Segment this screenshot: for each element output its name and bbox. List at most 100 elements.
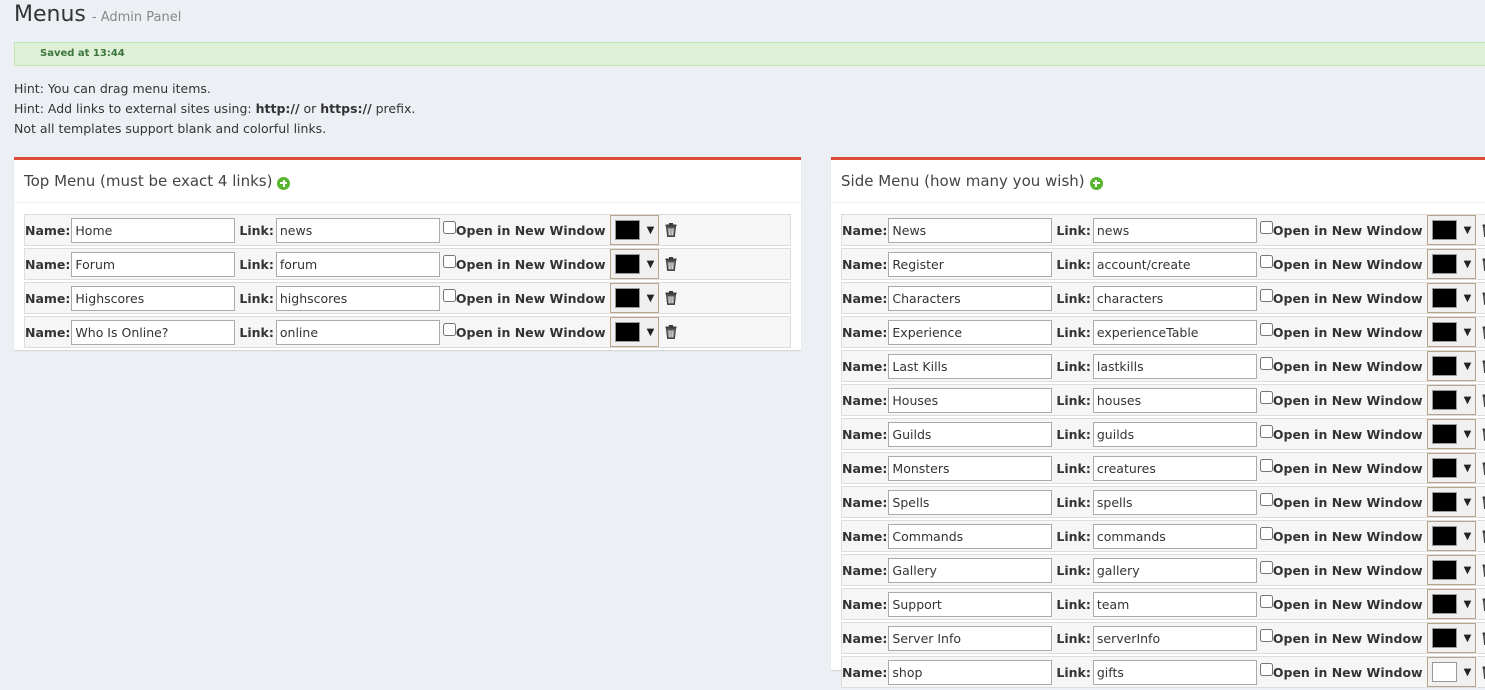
menu-item-row[interactable]: Name:Link:Open in New Window▼ — [841, 588, 1485, 620]
open-new-window-checkbox[interactable] — [1260, 527, 1273, 540]
menu-item-name-input[interactable] — [888, 422, 1052, 447]
menu-item-link-input[interactable] — [276, 286, 440, 311]
menu-item-name-input[interactable] — [71, 218, 235, 243]
open-new-window-label[interactable]: Open in New Window — [456, 223, 606, 238]
menu-item-name-input[interactable] — [71, 286, 235, 311]
open-new-window-label[interactable]: Open in New Window — [1273, 257, 1423, 272]
open-new-window-checkbox[interactable] — [1260, 323, 1273, 336]
open-new-window-label[interactable]: Open in New Window — [1273, 597, 1423, 612]
menu-item-row[interactable]: Name:Link:Open in New Window▼ — [841, 350, 1485, 382]
menu-item-row[interactable]: Name:Link:Open in New Window▼ — [841, 622, 1485, 654]
trash-icon[interactable] — [1482, 291, 1485, 305]
trash-icon[interactable] — [1482, 257, 1485, 271]
menu-item-link-input[interactable] — [1093, 286, 1257, 311]
menu-item-row[interactable]: Name:Link:Open in New Window▼ — [841, 384, 1485, 416]
trash-icon[interactable] — [1482, 529, 1485, 543]
open-new-window-checkbox[interactable] — [1260, 561, 1273, 574]
menu-item-name-input[interactable] — [888, 524, 1052, 549]
color-picker[interactable]: ▼ — [1427, 215, 1476, 245]
color-picker[interactable]: ▼ — [1427, 317, 1476, 347]
trash-icon[interactable] — [1482, 631, 1485, 645]
menu-item-name-input[interactable] — [888, 558, 1052, 583]
open-new-window-label[interactable]: Open in New Window — [1273, 223, 1423, 238]
trash-icon[interactable] — [1482, 461, 1485, 475]
menu-item-name-input[interactable] — [888, 626, 1052, 651]
open-new-window-checkbox[interactable] — [1260, 221, 1273, 234]
menu-item-link-input[interactable] — [1093, 354, 1257, 379]
open-new-window-label[interactable]: Open in New Window — [1273, 665, 1423, 680]
menu-item-name-input[interactable] — [888, 490, 1052, 515]
menu-item-link-input[interactable] — [1093, 490, 1257, 515]
menu-item-row[interactable]: Name:Link:Open in New Window▼ — [24, 316, 791, 348]
menu-item-name-input[interactable] — [71, 320, 235, 345]
menu-item-row[interactable]: Name:Link:Open in New Window▼ — [841, 214, 1485, 246]
menu-item-link-input[interactable] — [1093, 320, 1257, 345]
open-new-window-label[interactable]: Open in New Window — [456, 257, 606, 272]
color-picker[interactable]: ▼ — [1427, 453, 1476, 483]
open-new-window-label[interactable]: Open in New Window — [1273, 495, 1423, 510]
trash-icon[interactable] — [1482, 597, 1485, 611]
open-new-window-label[interactable]: Open in New Window — [1273, 359, 1423, 374]
color-picker[interactable]: ▼ — [1427, 589, 1476, 619]
menu-item-row[interactable]: Name:Link:Open in New Window▼ — [841, 452, 1485, 484]
trash-icon[interactable] — [665, 325, 677, 339]
add-top-menu-item-icon[interactable] — [277, 177, 290, 190]
color-picker[interactable]: ▼ — [1427, 351, 1476, 381]
trash-icon[interactable] — [1482, 223, 1485, 237]
open-new-window-checkbox[interactable] — [1260, 255, 1273, 268]
menu-item-row[interactable]: Name:Link:Open in New Window▼ — [841, 248, 1485, 280]
menu-item-name-input[interactable] — [888, 218, 1052, 243]
color-picker[interactable]: ▼ — [1427, 555, 1476, 585]
open-new-window-label[interactable]: Open in New Window — [1273, 631, 1423, 646]
menu-item-link-input[interactable] — [1093, 660, 1257, 685]
menu-item-name-input[interactable] — [888, 354, 1052, 379]
menu-item-link-input[interactable] — [1093, 422, 1257, 447]
open-new-window-checkbox[interactable] — [1260, 425, 1273, 438]
menu-item-link-input[interactable] — [276, 252, 440, 277]
color-picker[interactable]: ▼ — [610, 283, 659, 313]
open-new-window-checkbox[interactable] — [443, 221, 456, 234]
open-new-window-checkbox[interactable] — [443, 255, 456, 268]
color-picker[interactable]: ▼ — [1427, 249, 1476, 279]
menu-item-link-input[interactable] — [1093, 218, 1257, 243]
color-picker[interactable]: ▼ — [1427, 419, 1476, 449]
open-new-window-label[interactable]: Open in New Window — [1273, 427, 1423, 442]
color-picker[interactable]: ▼ — [1427, 385, 1476, 415]
trash-icon[interactable] — [1482, 563, 1485, 577]
menu-item-row[interactable]: Name:Link:Open in New Window▼ — [841, 656, 1485, 688]
trash-icon[interactable] — [1482, 393, 1485, 407]
menu-item-link-input[interactable] — [1093, 592, 1257, 617]
menu-item-row[interactable]: Name:Link:Open in New Window▼ — [24, 214, 791, 246]
menu-item-name-input[interactable] — [888, 660, 1052, 685]
color-picker[interactable]: ▼ — [1427, 657, 1476, 687]
menu-item-name-input[interactable] — [888, 252, 1052, 277]
menu-item-name-input[interactable] — [888, 456, 1052, 481]
menu-item-link-input[interactable] — [276, 320, 440, 345]
color-picker[interactable]: ▼ — [610, 249, 659, 279]
menu-item-name-input[interactable] — [888, 320, 1052, 345]
trash-icon[interactable] — [1482, 359, 1485, 373]
open-new-window-checkbox[interactable] — [1260, 289, 1273, 302]
menu-item-row[interactable]: Name:Link:Open in New Window▼ — [841, 316, 1485, 348]
open-new-window-label[interactable]: Open in New Window — [1273, 529, 1423, 544]
menu-item-row[interactable]: Name:Link:Open in New Window▼ — [24, 248, 791, 280]
color-picker[interactable]: ▼ — [610, 215, 659, 245]
trash-icon[interactable] — [1482, 665, 1485, 679]
open-new-window-checkbox[interactable] — [443, 323, 456, 336]
menu-item-name-input[interactable] — [71, 252, 235, 277]
trash-icon[interactable] — [1482, 427, 1485, 441]
menu-item-link-input[interactable] — [1093, 388, 1257, 413]
color-picker[interactable]: ▼ — [1427, 283, 1476, 313]
menu-item-link-input[interactable] — [1093, 626, 1257, 651]
trash-icon[interactable] — [665, 257, 677, 271]
trash-icon[interactable] — [1482, 495, 1485, 509]
open-new-window-checkbox[interactable] — [1260, 493, 1273, 506]
open-new-window-label[interactable]: Open in New Window — [1273, 325, 1423, 340]
open-new-window-checkbox[interactable] — [1260, 459, 1273, 472]
open-new-window-label[interactable]: Open in New Window — [1273, 563, 1423, 578]
menu-item-row[interactable]: Name:Link:Open in New Window▼ — [841, 520, 1485, 552]
open-new-window-label[interactable]: Open in New Window — [456, 325, 606, 340]
trash-icon[interactable] — [665, 291, 677, 305]
trash-icon[interactable] — [665, 223, 677, 237]
menu-item-row[interactable]: Name:Link:Open in New Window▼ — [841, 486, 1485, 518]
